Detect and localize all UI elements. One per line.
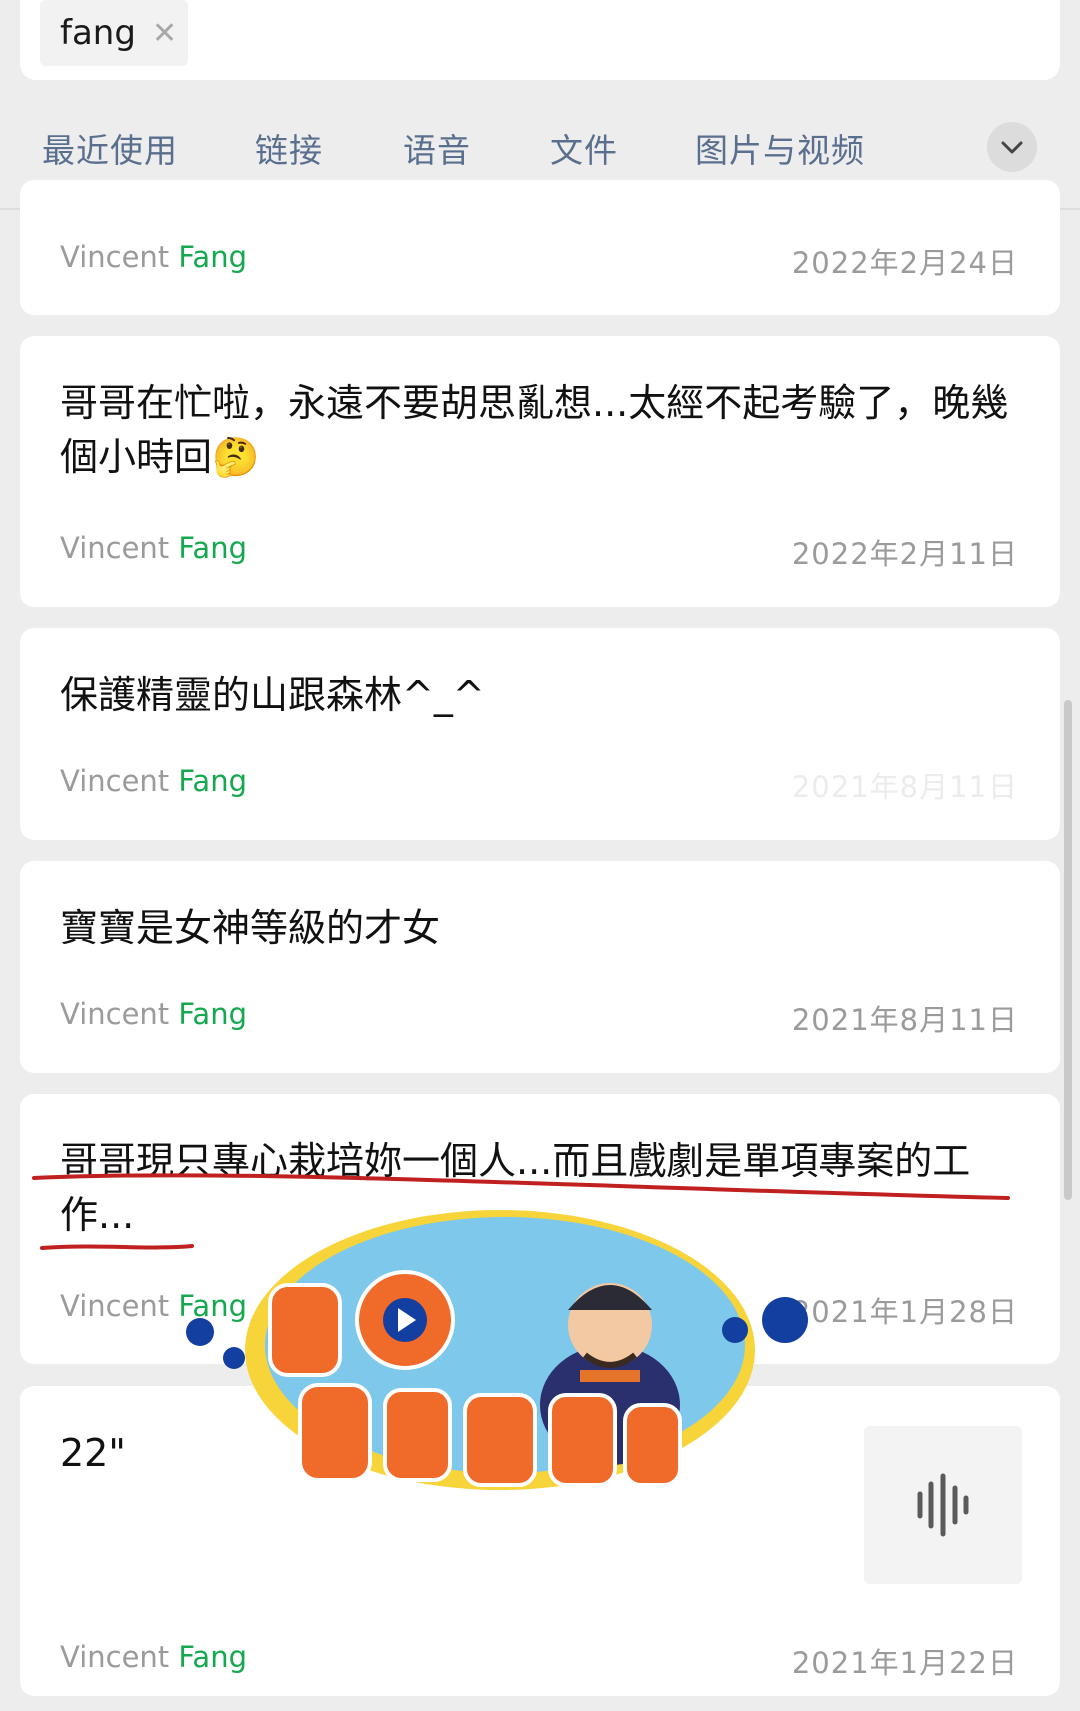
result-card[interactable]: Vincent Fang 2022年2月24日 [20, 180, 1060, 315]
result-card[interactable]: 哥哥現只專心栽培妳一個人...而且戲劇是單項專案的工作... Vincent F… [20, 1094, 1060, 1364]
message-date: 2021年8月11日 [791, 1003, 1018, 1037]
sender-name: Vincent Fang [60, 531, 247, 565]
sender-name: Vincent Fang [60, 764, 247, 798]
message-date: 2021年1月22日 [791, 1646, 1018, 1680]
message-text: 哥哥在忙啦，永遠不要胡思亂想...太經不起考驗了，晚幾個小時回🤔 [60, 381, 1009, 479]
sender-name: Vincent Fang [60, 1640, 247, 1674]
voice-thumbnail[interactable] [864, 1426, 1022, 1584]
message-text: 寶寶是女神等級的才女 [60, 906, 441, 950]
chip-close-icon[interactable]: ✕ [152, 16, 177, 51]
message-date: 2022年2月24日 [791, 246, 1018, 280]
message-date: 2022年2月11日 [791, 537, 1018, 571]
search-chip[interactable]: fang ✕ [40, 0, 188, 66]
result-card[interactable]: 22" Vincent Fang 2021年1月22日 [20, 1386, 1060, 1696]
chevron-down-icon [1001, 141, 1023, 154]
message-date: 2021年1月28日 [791, 1295, 1018, 1329]
more-tabs-button[interactable] [987, 122, 1037, 172]
message-text: 哥哥現只專心栽培妳一個人...而且戲劇是單項專案的工作... [60, 1139, 971, 1237]
search-box[interactable]: fang ✕ [20, 0, 1060, 80]
sender-name: Vincent Fang [60, 1289, 247, 1323]
tab-media[interactable]: 图片与视频 [695, 124, 865, 172]
message-date: 2021年8月11日 [791, 770, 1018, 804]
result-card[interactable]: 寶寶是女神等級的才女 Vincent Fang 2021年8月11日 [20, 861, 1060, 1073]
result-card[interactable]: 保護精靈的山跟森林^_^ Vincent Fang 2021年8月11日 [20, 628, 1060, 840]
result-card[interactable]: 哥哥在忙啦，永遠不要胡思亂想...太經不起考驗了，晚幾個小時回🤔 Vincent… [20, 336, 1060, 607]
tab-voice[interactable]: 语音 [403, 124, 471, 172]
sender-name: Vincent Fang [60, 240, 247, 274]
scrollbar[interactable] [1064, 700, 1072, 1200]
voice-wave-icon [917, 1473, 969, 1537]
message-text: 保護精靈的山跟森林^_^ [60, 673, 485, 717]
sender-name: Vincent Fang [60, 997, 247, 1031]
tab-recent[interactable]: 最近使用 [42, 124, 178, 172]
tab-files[interactable]: 文件 [550, 124, 618, 172]
tab-links[interactable]: 链接 [255, 124, 323, 172]
search-chip-label: fang [60, 13, 136, 53]
